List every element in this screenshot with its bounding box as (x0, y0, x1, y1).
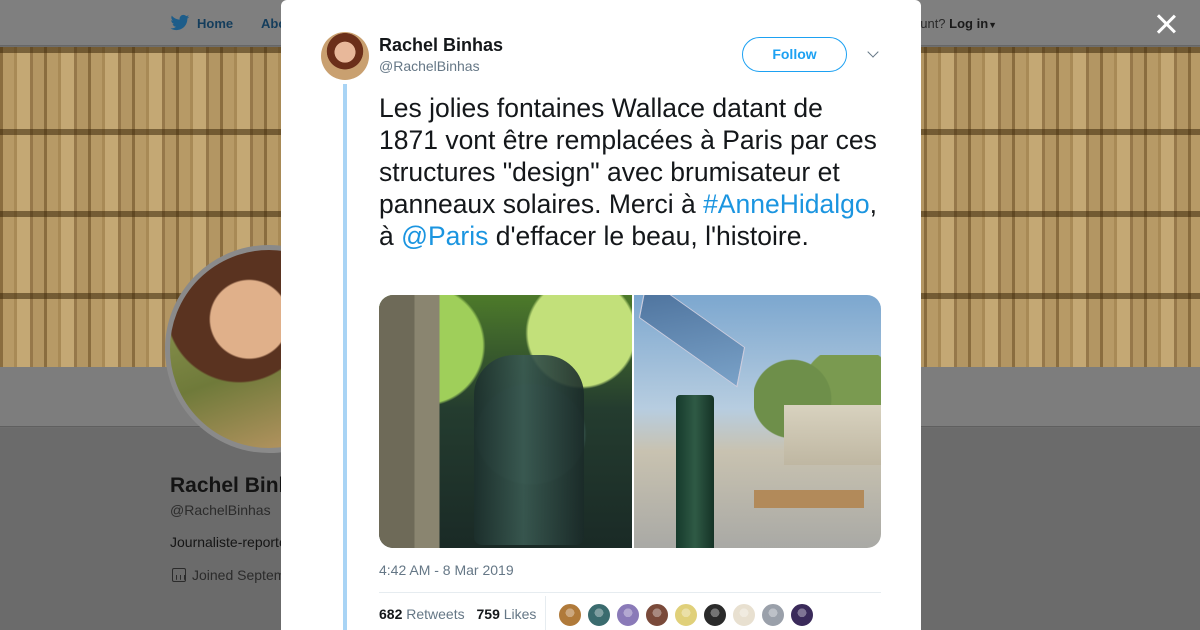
nav-home-link[interactable]: Home (197, 16, 233, 31)
liker-avatar[interactable] (587, 603, 611, 627)
calendar-icon (172, 568, 186, 582)
liker-avatar[interactable] (790, 603, 814, 627)
liker-avatar[interactable] (645, 603, 669, 627)
tweet-text-part: d'effacer le beau, l'histoire. (488, 221, 809, 251)
tweet-author-handle[interactable]: @RachelBinhas (379, 58, 480, 74)
tweet-modal: Rachel Binhas @RachelBinhas Follow Les j… (281, 0, 921, 630)
photo-fountain-post (676, 395, 714, 548)
liker-avatar[interactable] (761, 603, 785, 627)
mention-link[interactable]: @Paris (401, 221, 488, 251)
follow-button[interactable]: Follow (742, 37, 847, 72)
tweet-stats: 682 Retweets 759 Likes (379, 606, 536, 622)
wallace-fountain-photo[interactable] (379, 295, 632, 548)
photo-solar-panel (638, 295, 746, 388)
login-link[interactable]: Log in (949, 16, 988, 31)
tweet-author-avatar[interactable] (321, 32, 369, 80)
tweet-author-name[interactable]: Rachel Binhas (379, 35, 503, 56)
liker-avatar[interactable] (674, 603, 698, 627)
retweets-count[interactable]: 682 (379, 606, 402, 622)
liker-avatar[interactable] (558, 603, 582, 627)
profile-handle: @RachelBinhas (170, 502, 271, 518)
photo-bench (754, 490, 864, 508)
stats-divider (545, 596, 546, 630)
profile-joined: Joined Septem (172, 567, 285, 583)
retweets-label[interactable]: Retweets (406, 606, 464, 622)
photo-building (784, 405, 881, 465)
liker-avatar[interactable] (732, 603, 756, 627)
profile-name: Rachel Binh (170, 474, 292, 497)
tweet-timestamp[interactable]: 4:42 AM - 8 Mar 2019 (379, 562, 514, 578)
tweet-media[interactable] (379, 295, 881, 548)
profile-joined-text: Joined Septem (192, 567, 286, 583)
profile-bio: Journaliste-reporte (170, 534, 287, 550)
chevron-down-icon[interactable] (866, 47, 880, 61)
divider (379, 592, 881, 593)
design-fountain-photo[interactable] (634, 295, 881, 548)
hashtag-link[interactable]: #AnneHidalgo (703, 189, 870, 219)
liker-avatars (558, 603, 814, 627)
likes-label[interactable]: Likes (504, 606, 537, 622)
liker-avatar[interactable] (616, 603, 640, 627)
likes-count[interactable]: 759 (477, 606, 500, 622)
login-caret-icon: ▼ (988, 20, 998, 30)
close-icon[interactable] (1152, 10, 1180, 38)
tweet-text: Les jolies fontaines Wallace datant de 1… (379, 92, 889, 252)
liker-avatar[interactable] (703, 603, 727, 627)
twitter-bird-icon[interactable] (170, 14, 190, 32)
thread-line (343, 84, 347, 630)
